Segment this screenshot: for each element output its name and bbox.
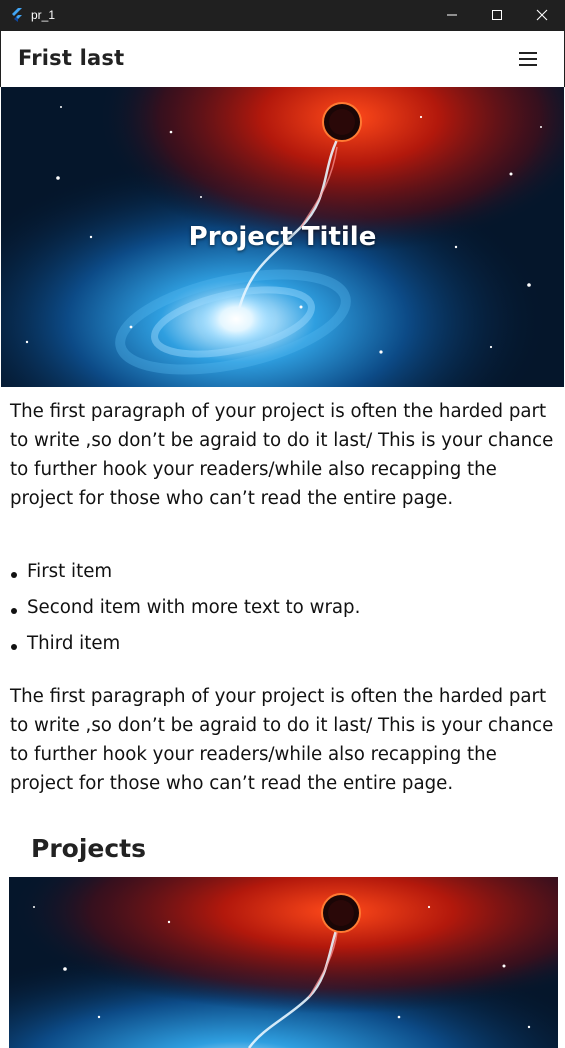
minimize-button[interactable] (429, 0, 475, 31)
projects-heading: Projects (31, 834, 147, 863)
maximize-icon (492, 10, 502, 20)
app-bar: Frist last (0, 31, 565, 87)
window-title-bar: pr_1 (0, 0, 565, 31)
list-item: Third item (10, 630, 550, 666)
close-icon (536, 9, 548, 21)
project-image[interactable] (9, 877, 558, 1048)
hero-title: Project Titile (188, 222, 377, 252)
close-button[interactable] (519, 0, 565, 31)
bullet-icon (11, 572, 17, 578)
minimize-icon (447, 14, 457, 16)
list-item: First item (10, 558, 550, 594)
hero-banner: Project Titile (1, 87, 564, 387)
maximize-button[interactable] (474, 0, 520, 31)
hamburger-menu-icon (519, 52, 537, 54)
intro-paragraph: The first paragraph of your project is o… (10, 401, 554, 509)
bullet-icon (11, 644, 17, 650)
flutter-icon (12, 8, 22, 22)
app-bar-title: Frist last (18, 46, 125, 70)
bullet-list: First item Second item with more text to… (10, 558, 550, 666)
galaxy-image (9, 877, 558, 1048)
second-paragraph: The first paragraph of your project is o… (10, 686, 554, 794)
window-title: pr_1 (31, 8, 56, 22)
bullet-icon (11, 608, 17, 614)
menu-button[interactable] (513, 45, 541, 73)
list-item: Second item with more text to wrap. (10, 594, 550, 630)
